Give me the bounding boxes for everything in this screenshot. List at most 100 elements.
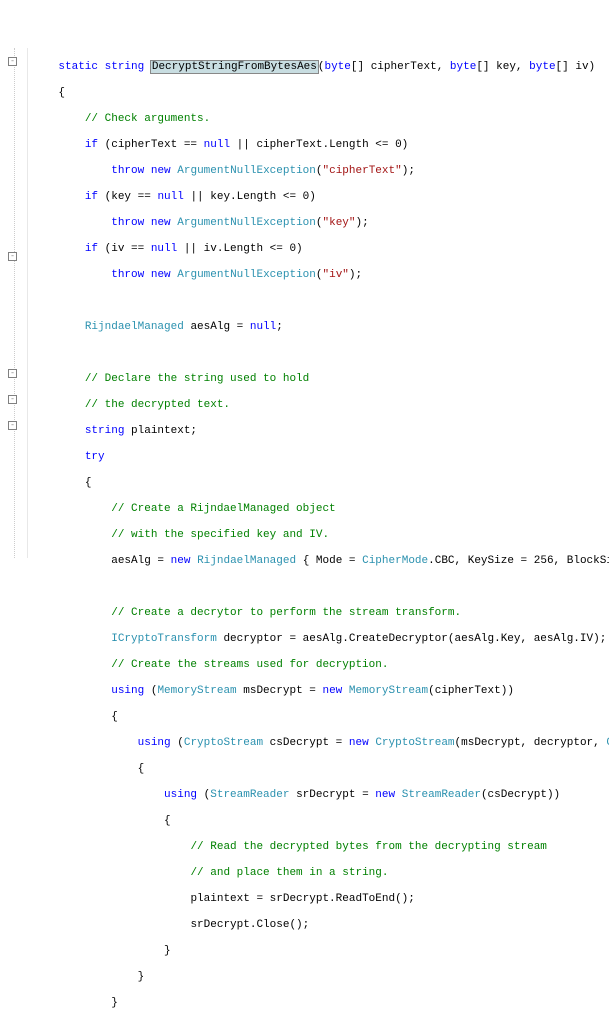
keyword: throw [111, 217, 144, 229]
text: ( [171, 737, 184, 749]
brace: } [164, 945, 171, 957]
text: (iv == [98, 243, 151, 255]
comment: // Create a RijndaelManaged object [111, 503, 335, 515]
brace: { [111, 711, 118, 723]
type: CipherMode [362, 555, 428, 567]
keyword: string [85, 425, 125, 437]
text: ); [402, 165, 415, 177]
code-editor[interactable]: - - - - - static string DecryptStringFro… [0, 48, 609, 558]
keyword: null [157, 191, 183, 203]
type: ArgumentNullException [177, 269, 316, 281]
keyword: string [105, 61, 145, 73]
keyword: new [151, 217, 171, 229]
text: csDecrypt = [263, 737, 349, 749]
fold-icon[interactable]: - [8, 57, 17, 66]
fold-icon[interactable]: - [8, 421, 17, 430]
keyword: byte [324, 61, 350, 73]
comment: // Check arguments. [85, 113, 210, 125]
keyword: new [322, 685, 342, 697]
keyword: null [250, 321, 276, 333]
brace: } [111, 997, 118, 1009]
type: StreamReader [402, 789, 481, 801]
comment: // the decrypted text. [85, 399, 230, 411]
text: (cipherText)) [428, 685, 514, 697]
keyword: new [349, 737, 369, 749]
text: (key == [98, 191, 157, 203]
comment: // Create the streams used for decryptio… [111, 659, 388, 671]
text: (csDecrypt)) [481, 789, 560, 801]
type: CryptoStream [184, 737, 263, 749]
text: msDecrypt = [237, 685, 323, 697]
code-area[interactable]: static string DecryptStringFromBytesAes (… [28, 48, 609, 558]
keyword: static [58, 61, 98, 73]
keyword: null [151, 243, 177, 255]
fold-icon[interactable]: - [8, 395, 17, 404]
text: .CBC, KeySize = 256, BlockSize = 128, Ke… [428, 555, 609, 567]
keyword: if [85, 243, 98, 255]
keyword: throw [111, 269, 144, 281]
fold-icon[interactable]: - [8, 252, 17, 261]
text: (msDecrypt, decryptor, [455, 737, 607, 749]
text: srDecrypt = [289, 789, 375, 801]
text: decryptor = aesAlg.CreateDecryptor(aesAl… [217, 633, 606, 645]
keyword: using [111, 685, 144, 697]
string: "iv" [323, 269, 349, 281]
text: (cipherText == [98, 139, 204, 151]
keyword: using [138, 737, 171, 749]
params: [] cipherText, [351, 61, 450, 73]
text: aesAlg = [111, 555, 170, 567]
brace: { [85, 477, 92, 489]
type: CryptoStream [375, 737, 454, 749]
text: ( [316, 217, 323, 229]
params: [] iv) [556, 61, 596, 73]
keyword: throw [111, 165, 144, 177]
keyword: byte [450, 61, 476, 73]
text: { Mode = [296, 555, 362, 567]
type: ArgumentNullException [177, 217, 316, 229]
comment: // Declare the string used to hold [85, 373, 309, 385]
keyword: new [171, 555, 191, 567]
keyword: try [85, 451, 105, 463]
text: ( [197, 789, 210, 801]
type: MemoryStream [157, 685, 236, 697]
comment: // with the specified key and IV. [111, 529, 329, 541]
text: ( [316, 269, 323, 281]
comment: // Read the decrypted bytes from the dec… [190, 841, 546, 853]
text: ( [316, 165, 323, 177]
keyword: if [85, 139, 98, 151]
brace: { [58, 87, 65, 99]
text: ( [144, 685, 157, 697]
text: plaintext = srDecrypt.ReadToEnd(); [190, 893, 414, 905]
comment: // and place them in a string. [190, 867, 388, 879]
editor-gutter: - - - - - [0, 48, 28, 558]
fold-icon[interactable]: - [8, 369, 17, 378]
text: || cipherText.Length <= 0) [230, 139, 408, 151]
type: ArgumentNullException [177, 165, 316, 177]
comment: // Create a decrytor to perform the stre… [111, 607, 461, 619]
keyword: new [151, 269, 171, 281]
method-name: DecryptStringFromBytesAes [150, 60, 319, 74]
text: plaintext; [124, 425, 197, 437]
keyword: null [204, 139, 230, 151]
keyword: byte [529, 61, 555, 73]
params: [] key, [476, 61, 529, 73]
text: ); [356, 217, 369, 229]
type: MemoryStream [349, 685, 428, 697]
keyword: new [151, 165, 171, 177]
type: RijndaelManaged [85, 321, 184, 333]
text: || key.Length <= 0) [184, 191, 316, 203]
keyword: new [375, 789, 395, 801]
string: "key" [323, 217, 356, 229]
keyword: using [164, 789, 197, 801]
type: StreamReader [210, 789, 289, 801]
text: srDecrypt.Close(); [190, 919, 309, 931]
type: RijndaelManaged [197, 555, 296, 567]
text: aesAlg = [184, 321, 250, 333]
text: ); [349, 269, 362, 281]
text: ; [276, 321, 283, 333]
keyword: if [85, 191, 98, 203]
text: || iv.Length <= 0) [177, 243, 302, 255]
brace: { [138, 763, 145, 775]
brace: { [164, 815, 171, 827]
brace: } [138, 971, 145, 983]
